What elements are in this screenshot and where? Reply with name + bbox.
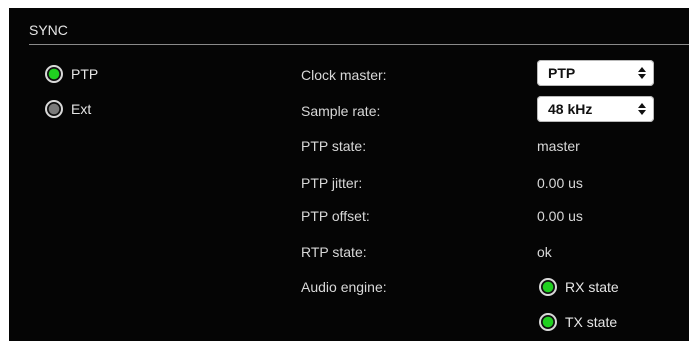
tx-state-label: TX state xyxy=(565,314,618,330)
select-arrows-icon xyxy=(638,67,646,79)
rtp-state-value: ok xyxy=(537,244,552,260)
ptp-jitter-value: 0.00 us xyxy=(537,175,583,191)
sync-source-ptp-label: PTP xyxy=(71,66,99,82)
sync-source-ext-label: Ext xyxy=(71,101,92,117)
sync-source-ptp-radio[interactable]: PTP xyxy=(45,65,98,83)
rx-state-label: RX state xyxy=(565,279,619,295)
rtp-state-label: RTP state: xyxy=(301,244,367,260)
section-divider xyxy=(29,44,689,45)
section-title: SYNC xyxy=(29,22,68,38)
clock-master-label: Clock master: xyxy=(301,67,387,83)
ptp-state-value: master xyxy=(537,138,580,154)
clock-master-value: PTP xyxy=(548,65,576,81)
select-arrows-icon xyxy=(638,103,646,115)
ptp-offset-value: 0.00 us xyxy=(537,208,583,224)
sample-rate-select[interactable]: 48 kHz xyxy=(537,96,654,122)
tx-state-status-icon xyxy=(539,313,557,331)
rx-state-indicator: RX state xyxy=(539,278,619,296)
radio-indicator-icon xyxy=(45,65,63,83)
radio-indicator-icon xyxy=(45,100,63,118)
ptp-offset-label: PTP offset: xyxy=(301,208,370,224)
rx-state-status-icon xyxy=(539,278,557,296)
clock-master-select[interactable]: PTP xyxy=(537,60,654,86)
ptp-jitter-label: PTP jitter: xyxy=(301,175,363,191)
sample-rate-value: 48 kHz xyxy=(548,101,593,117)
ptp-state-label: PTP state: xyxy=(301,138,367,154)
sample-rate-label: Sample rate: xyxy=(301,103,381,119)
tx-state-indicator: TX state xyxy=(539,313,617,331)
sync-source-ext-radio[interactable]: Ext xyxy=(45,100,91,118)
audio-engine-label: Audio engine: xyxy=(301,279,387,295)
